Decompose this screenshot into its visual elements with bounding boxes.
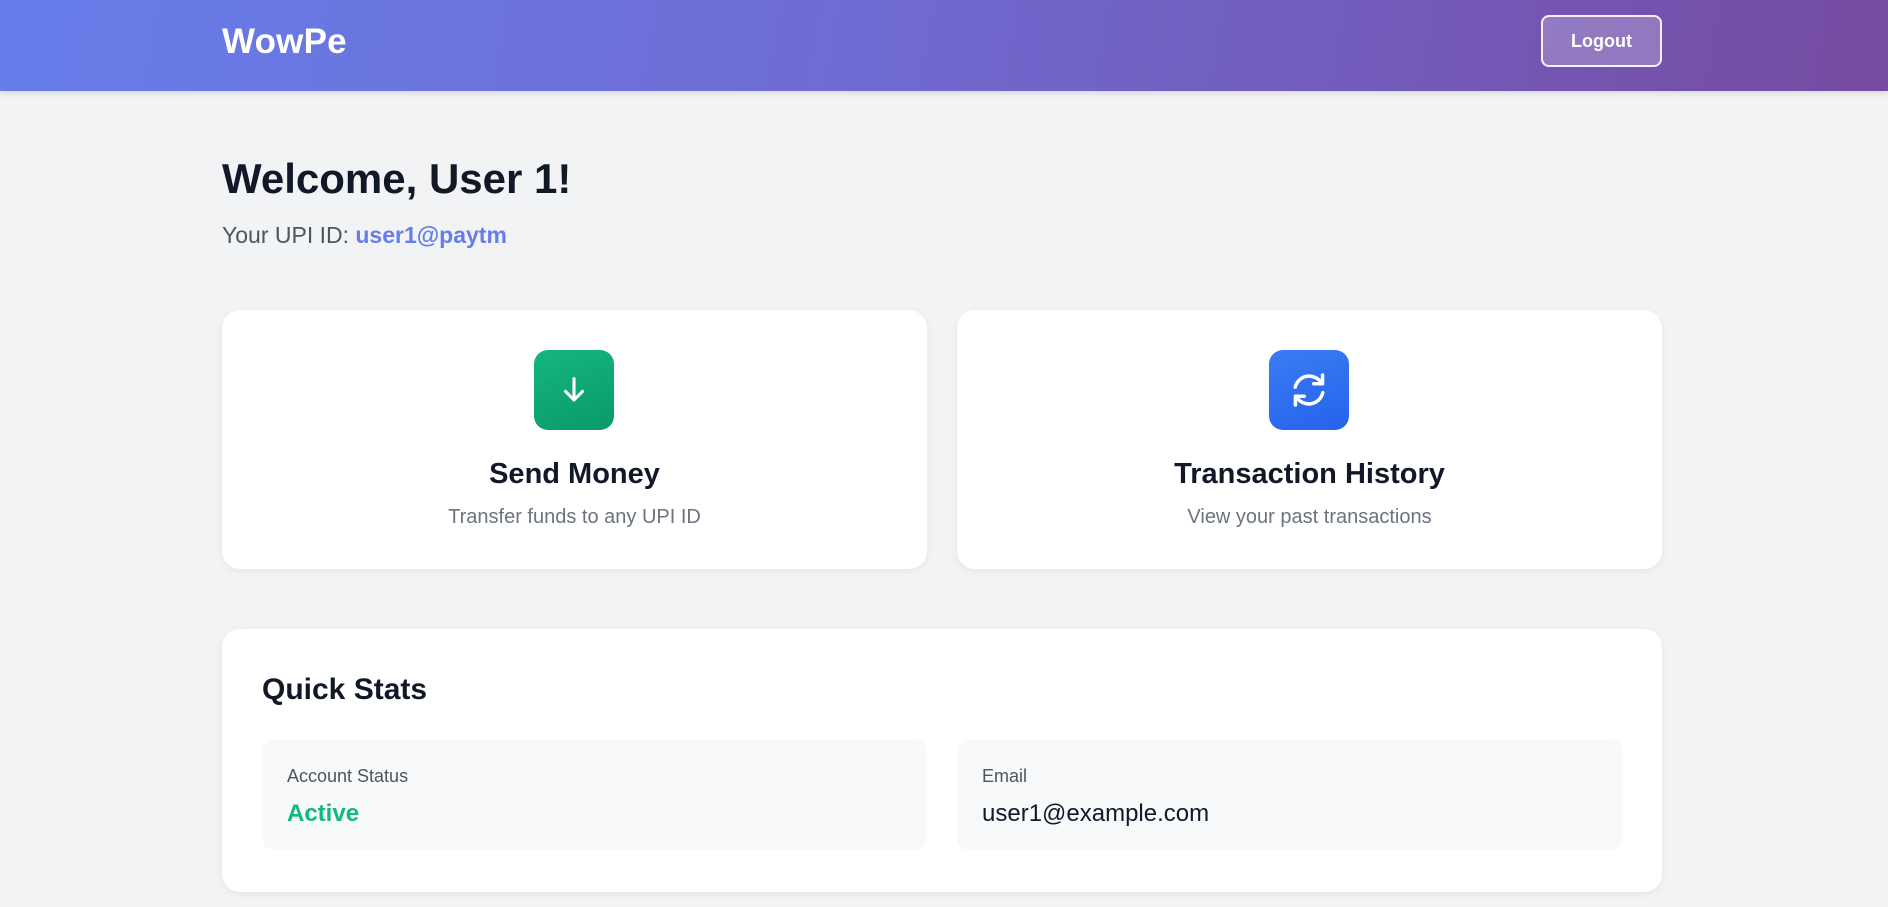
upi-id-value: user1@paytm — [355, 222, 507, 248]
logout-button[interactable]: Logout — [1541, 15, 1662, 67]
top-nav-bar: WowPe Logout — [0, 0, 1888, 91]
quick-stats-title: Quick Stats — [262, 673, 428, 706]
email-label: Email — [982, 766, 1028, 786]
quick-stats-panel: Quick Stats Account Status Active Email … — [222, 629, 1662, 892]
send-money-card[interactable]: Send Money Transfer funds to any UPI ID — [222, 310, 927, 569]
email-stat: Email user1@example.com — [957, 740, 1623, 850]
account-status-stat: Account Status Active — [262, 740, 927, 850]
refresh-icon — [1269, 350, 1349, 430]
transaction-history-title: Transaction History — [1174, 458, 1445, 490]
account-status-label: Account Status — [287, 766, 409, 786]
email-value: user1@example.com — [982, 800, 1210, 827]
send-money-subtitle: Transfer funds to any UPI ID — [448, 506, 701, 528]
arrow-down-icon — [534, 350, 614, 430]
brand-logo[interactable]: WowPe — [222, 22, 347, 62]
upi-id-label: Your UPI ID: — [222, 222, 349, 248]
send-money-title: Send Money — [489, 458, 660, 490]
welcome-heading: Welcome, User 1! — [222, 155, 572, 202]
transaction-history-card[interactable]: Transaction History View your past trans… — [957, 310, 1662, 569]
transaction-history-subtitle: View your past transactions — [1187, 506, 1432, 528]
account-status-value: Active — [287, 800, 360, 827]
upi-id-line: Your UPI ID: user1@paytm — [222, 222, 507, 249]
